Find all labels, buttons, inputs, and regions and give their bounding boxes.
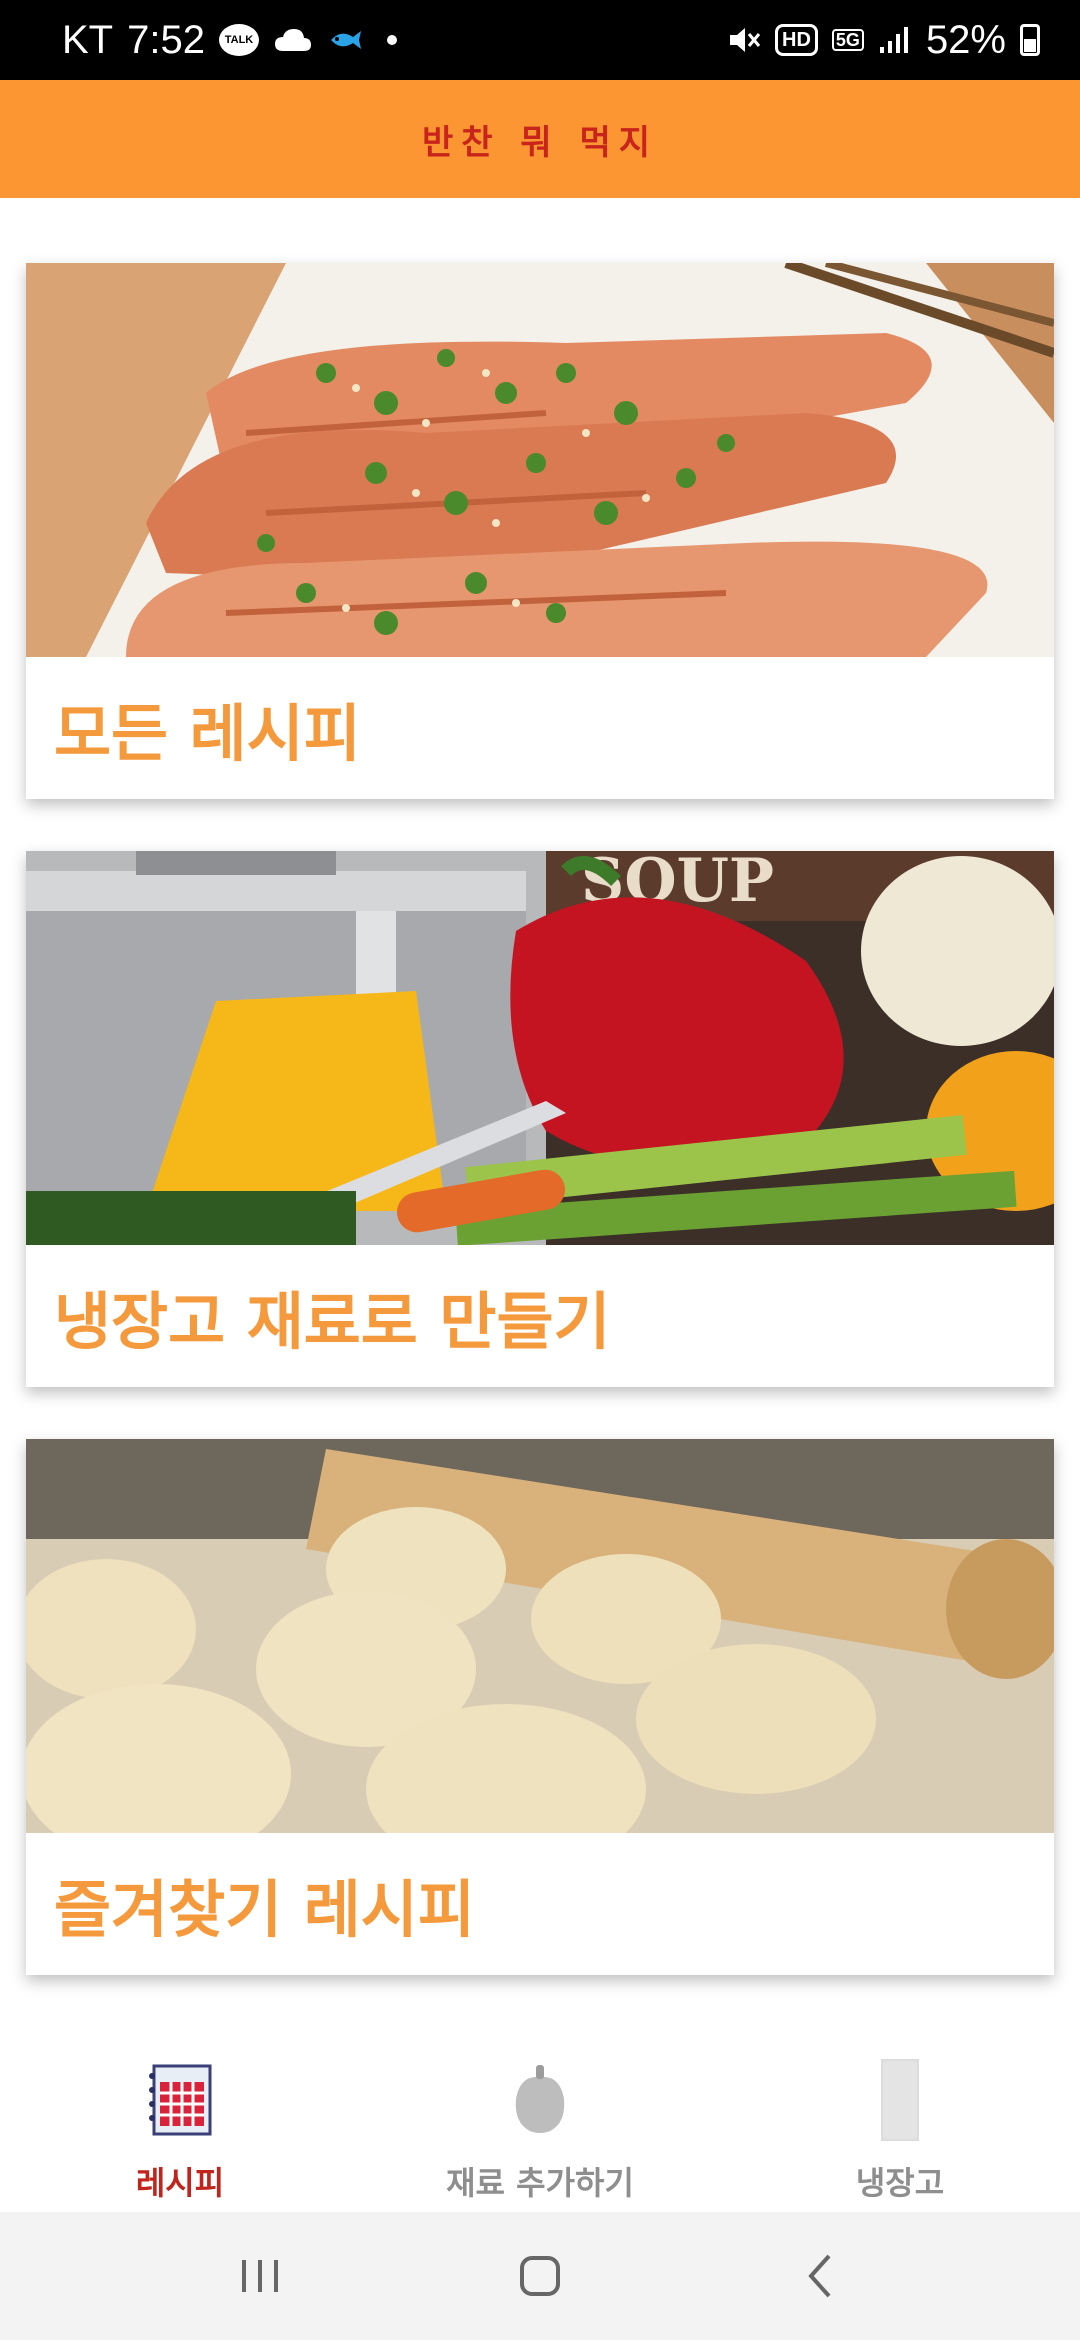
bottom-nav: 레시피 재료 추가하기 냉장고 xyxy=(0,2036,1080,2212)
status-bar: KT 7:52 TALK HD 5G 52% xyxy=(0,0,1080,80)
fish-icon xyxy=(327,27,363,53)
system-nav xyxy=(0,2212,1080,2340)
5g-badge: 5G xyxy=(831,29,864,51)
nav-label: 재료 추가하기 xyxy=(446,2164,634,2202)
talk-icon-label: TALK xyxy=(224,34,254,46)
nav-item-recipes[interactable]: 레시피 xyxy=(0,2036,360,2212)
recipe-book-icon xyxy=(148,2056,212,2144)
home-icon[interactable] xyxy=(500,2236,580,2316)
cloud-icon xyxy=(273,27,313,53)
fridge-icon xyxy=(880,2056,920,2144)
battery-percent: 52% xyxy=(925,17,1006,62)
card-favorite-recipes[interactable]: 즐겨찾기 레시피 xyxy=(26,1439,1054,1975)
back-icon[interactable] xyxy=(780,2236,860,2316)
card-label: 즐겨찾기 레시피 xyxy=(54,1873,475,1946)
card-fridge-ingredients[interactable]: SOUP 냉장고 재료로 만들기 xyxy=(26,851,1054,1387)
app-title: 반찬 뭐 먹지 xyxy=(421,122,659,163)
nav-label: 냉장고 xyxy=(855,2164,945,2202)
nav-label: 레시피 xyxy=(135,2164,225,2202)
nav-item-fridge[interactable]: 냉장고 xyxy=(720,2036,1080,2212)
grilled-salmon-photo xyxy=(26,263,1054,657)
card-all-recipes[interactable]: 모든 레시피 xyxy=(26,263,1054,799)
battery-icon xyxy=(1020,24,1040,56)
mute-icon xyxy=(727,24,761,56)
pepper-icon xyxy=(510,2056,570,2144)
nav-item-add-ingredients[interactable]: 재료 추가하기 xyxy=(360,2036,720,2212)
dough-and-rolling-pin-photo xyxy=(26,1439,1054,1833)
status-right: HD 5G 52% xyxy=(727,18,1040,63)
carrier-label: KT xyxy=(62,17,114,62)
kakaotalk-icon: TALK xyxy=(218,24,259,56)
hd-badge: HD xyxy=(775,24,818,56)
5g-label: 5G xyxy=(831,29,864,51)
app-bar: 반찬 뭐 먹지 xyxy=(0,80,1080,198)
notification-dot-icon xyxy=(386,35,397,45)
recent-apps-icon[interactable] xyxy=(220,2236,300,2316)
signal-icon xyxy=(878,25,912,55)
clock: 7:52 xyxy=(127,17,205,62)
vegetables-and-pot-photo: SOUP xyxy=(26,851,1054,1245)
card-label: 냉장고 재료로 만들기 xyxy=(54,1285,611,1358)
status-left: KT 7:52 TALK xyxy=(62,18,397,63)
card-label: 모든 레시피 xyxy=(54,697,361,770)
